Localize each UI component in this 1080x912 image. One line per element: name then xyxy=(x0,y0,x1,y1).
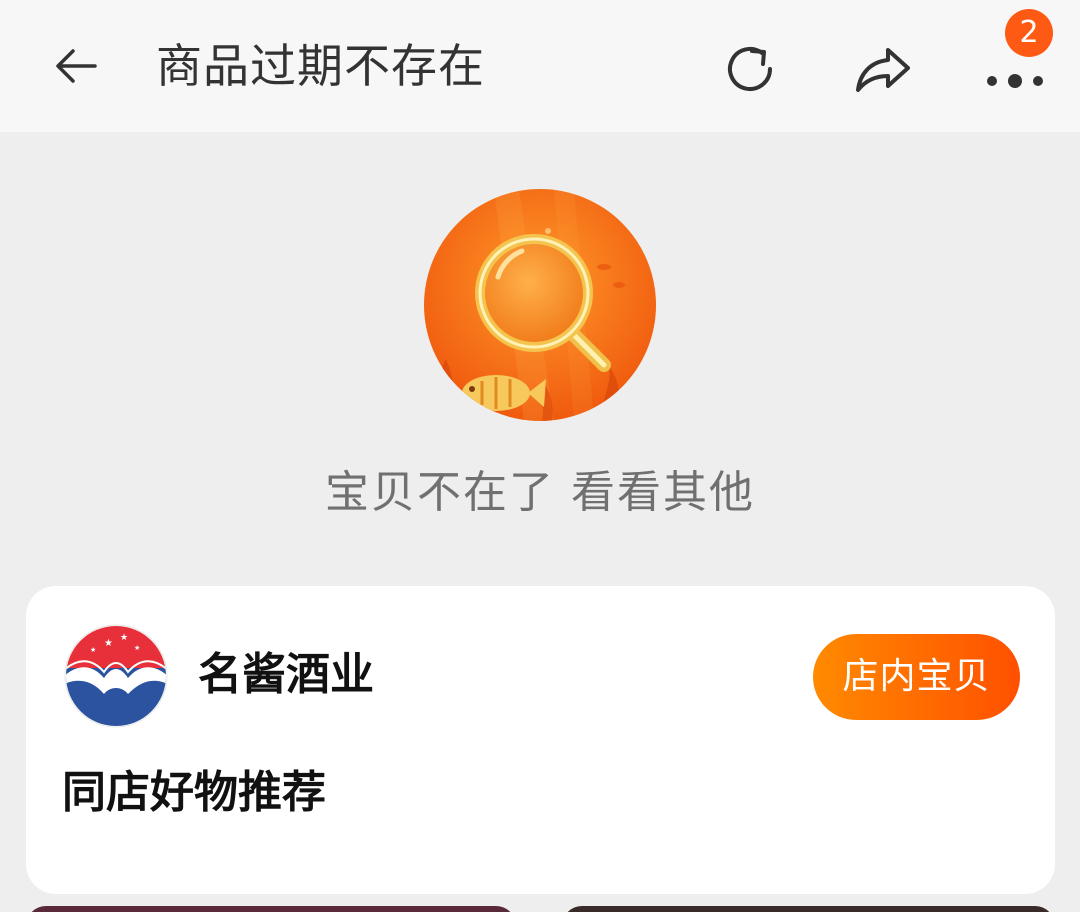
recommend-title: 同店好物推荐 xyxy=(62,767,326,818)
svg-text:★: ★ xyxy=(104,638,113,649)
product-card-peek[interactable] xyxy=(26,906,516,912)
shop-logo-icon[interactable]: ★ ★ ★ ★ xyxy=(64,624,168,728)
product-card-peek[interactable] xyxy=(562,906,1055,912)
top-bar: 商品过期不存在 2 xyxy=(0,0,1080,132)
shop-card: ★ ★ ★ ★ 名酱酒业 店内宝贝 同店好物推荐 xyxy=(26,586,1055,894)
arrow-left-icon xyxy=(56,49,97,83)
svg-text:★: ★ xyxy=(90,646,96,654)
shop-name[interactable]: 名酱酒业 xyxy=(198,644,374,706)
more-dots-icon xyxy=(987,74,1043,88)
refresh-button[interactable] xyxy=(715,34,785,104)
refresh-icon xyxy=(728,47,772,91)
share-button[interactable] xyxy=(848,34,918,104)
share-icon xyxy=(856,48,910,92)
empty-message: 宝贝不在了 看看其他 xyxy=(325,467,755,518)
page-title: 商品过期不存在 xyxy=(156,39,485,93)
notification-badge: 2 xyxy=(1005,9,1053,57)
shop-items-button[interactable]: 店内宝贝 xyxy=(813,634,1020,720)
magnifier-underwater-icon xyxy=(424,189,656,421)
svg-text:★: ★ xyxy=(120,633,128,643)
back-button[interactable] xyxy=(44,34,108,98)
page: 商品过期不存在 2 宝贝不在了 看看其他 ★ ★ ★ ★ 名酱酒业 店内宝贝 同… xyxy=(0,0,1080,912)
svg-text:★: ★ xyxy=(134,644,140,652)
